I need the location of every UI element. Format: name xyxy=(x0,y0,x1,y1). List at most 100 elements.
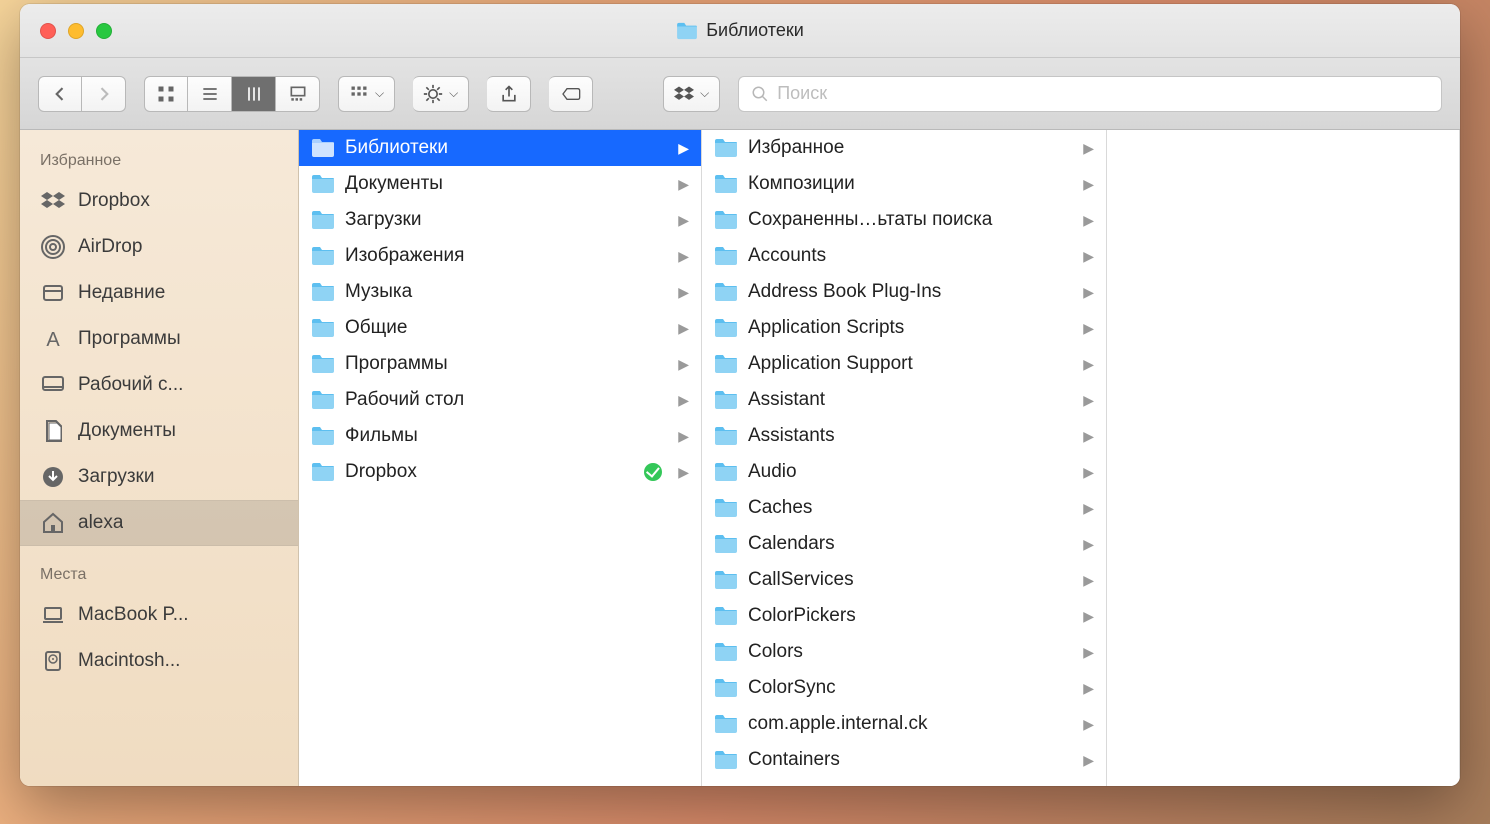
toolbar: ⌵ ⌵ ⌵ xyxy=(20,58,1460,130)
file-row[interactable]: Caches▶ xyxy=(702,490,1106,526)
sidebar-item-home[interactable]: alexa xyxy=(20,500,298,546)
svg-text:A: A xyxy=(46,329,60,351)
file-row[interactable]: Application Support ▶ xyxy=(702,346,1106,382)
file-row[interactable]: Dropbox▶ xyxy=(299,454,701,490)
finder-window: Библиотеки ⌵ ⌵ xyxy=(20,4,1460,786)
chevron-right-icon: ▶ xyxy=(1083,356,1094,373)
file-row[interactable]: Calendars▶ xyxy=(702,526,1106,562)
file-row[interactable]: Программы▶ xyxy=(299,346,701,382)
sidebar-item-downloads[interactable]: Загрузки xyxy=(20,454,298,500)
file-row[interactable]: Address Book Plug-Ins▶ xyxy=(702,274,1106,310)
sidebar-item-recents[interactable]: Недавние xyxy=(20,270,298,316)
chevron-right-icon: ▶ xyxy=(678,212,689,229)
share-button[interactable] xyxy=(487,76,531,112)
file-row[interactable]: Избранное ▶ xyxy=(702,130,1106,166)
chevron-right-icon: ▶ xyxy=(1083,284,1094,301)
group-by-button[interactable]: ⌵ xyxy=(338,76,395,112)
file-row[interactable]: Audio▶ xyxy=(702,454,1106,490)
file-row[interactable]: Загрузки▶ xyxy=(299,202,701,238)
airdrop-icon xyxy=(40,234,66,260)
chevron-right-icon: ▶ xyxy=(1083,680,1094,697)
file-row-label: Application Scripts xyxy=(748,317,1073,339)
file-row[interactable]: Сохраненны…ьтаты поиска▶ xyxy=(702,202,1106,238)
search-input[interactable] xyxy=(777,83,1429,104)
file-row-label: Assistants xyxy=(748,425,1073,447)
list-view-button[interactable] xyxy=(188,76,232,112)
file-row-label: Композиции xyxy=(748,173,1073,195)
sidebar-item-desktop[interactable]: Рабочий с... xyxy=(20,362,298,408)
file-row-label: Фильмы xyxy=(345,425,668,447)
file-row-label: Assistant xyxy=(748,389,1073,411)
file-row[interactable]: Изображения▶ xyxy=(299,238,701,274)
file-row[interactable]: Accounts▶ xyxy=(702,238,1106,274)
file-row[interactable]: com.apple.internal.ck▶ xyxy=(702,706,1106,742)
titlebar: Библиотеки xyxy=(20,4,1460,58)
sidebar-item-dropbox[interactable]: Dropbox xyxy=(20,178,298,224)
title-folder-icon xyxy=(676,22,698,40)
search-icon xyxy=(751,85,769,103)
file-row[interactable]: ColorSync▶ xyxy=(702,670,1106,706)
file-row-label: Caches xyxy=(748,497,1073,519)
chevron-down-icon: ⌵ xyxy=(375,86,384,101)
file-row-label: Избранное xyxy=(748,137,1073,159)
chevron-right-icon: ▶ xyxy=(678,428,689,445)
column-browser: Библиотеки▶Документы▶Загрузки▶Изображени… xyxy=(299,130,1460,786)
window-body: Избранное DropboxAirDropНедавниеAПрограм… xyxy=(20,130,1460,786)
chevron-right-icon: ▶ xyxy=(1083,644,1094,661)
file-row[interactable]: Фильмы ▶ xyxy=(299,418,701,454)
file-row-label: Музыка xyxy=(345,281,668,303)
chevron-right-icon: ▶ xyxy=(1083,608,1094,625)
sidebar-item-label: MacBook P... xyxy=(78,604,189,626)
column-3[interactable] xyxy=(1107,130,1460,786)
file-row-label: Библиотеки xyxy=(345,137,668,159)
sidebar-item-apps[interactable]: AПрограммы xyxy=(20,316,298,362)
icon-view-button[interactable] xyxy=(144,76,188,112)
file-row-label: Calendars xyxy=(748,533,1073,555)
forward-button[interactable] xyxy=(82,76,126,112)
chevron-right-icon: ▶ xyxy=(1083,752,1094,769)
sidebar: Избранное DropboxAirDropНедавниеAПрограм… xyxy=(20,130,299,786)
tags-button[interactable] xyxy=(549,76,593,112)
sidebar-item-airdrop[interactable]: AirDrop xyxy=(20,224,298,270)
chevron-right-icon: ▶ xyxy=(678,284,689,301)
column-2[interactable]: Избранное▶Композиции▶Сохраненны…ьтаты по… xyxy=(702,130,1107,786)
file-row[interactable]: Композиции▶ xyxy=(702,166,1106,202)
file-row[interactable]: Assistant▶ xyxy=(702,382,1106,418)
view-mode-buttons xyxy=(144,76,320,112)
zoom-window-button[interactable] xyxy=(96,23,112,39)
file-row[interactable]: Библиотеки▶ xyxy=(299,130,701,166)
apps-icon: A xyxy=(40,326,66,352)
file-row[interactable]: Общие▶ xyxy=(299,310,701,346)
column-1[interactable]: Библиотеки▶Документы▶Загрузки▶Изображени… xyxy=(299,130,702,786)
sidebar-section-locations: Места xyxy=(20,560,298,592)
downloads-icon xyxy=(40,464,66,490)
sync-ok-icon xyxy=(644,463,662,481)
column-view-button[interactable] xyxy=(232,76,276,112)
file-row[interactable]: Containers▶ xyxy=(702,742,1106,778)
file-row[interactable]: Документы▶ xyxy=(299,166,701,202)
file-row[interactable]: CallServices▶ xyxy=(702,562,1106,598)
file-row-label: Application Support xyxy=(748,353,1073,375)
home-icon xyxy=(40,510,66,536)
chevron-right-icon: ▶ xyxy=(1083,140,1094,157)
file-row-label: com.apple.internal.ck xyxy=(748,713,1073,735)
file-row[interactable]: Colors▶ xyxy=(702,634,1106,670)
file-row[interactable]: Application Scripts▶ xyxy=(702,310,1106,346)
sidebar-item-documents[interactable]: Документы xyxy=(20,408,298,454)
minimize-window-button[interactable] xyxy=(68,23,84,39)
back-button[interactable] xyxy=(38,76,82,112)
file-row[interactable]: ColorPickers ▶ xyxy=(702,598,1106,634)
file-row[interactable]: Рабочий стол▶ xyxy=(299,382,701,418)
sidebar-item-label: Macintosh... xyxy=(78,650,180,672)
sidebar-item-hdd[interactable]: Macintosh... xyxy=(20,638,298,684)
action-menu-button[interactable]: ⌵ xyxy=(413,76,469,112)
file-row-label: ColorPickers xyxy=(748,605,1073,627)
dropbox-toolbar-button[interactable]: ⌵ xyxy=(663,76,720,112)
chevron-right-icon: ▶ xyxy=(1083,248,1094,265)
file-row[interactable]: Assistants▶ xyxy=(702,418,1106,454)
search-field[interactable] xyxy=(738,76,1442,112)
close-window-button[interactable] xyxy=(40,23,56,39)
gallery-view-button[interactable] xyxy=(276,76,320,112)
sidebar-item-laptop[interactable]: MacBook P... xyxy=(20,592,298,638)
file-row[interactable]: Музыка ▶ xyxy=(299,274,701,310)
